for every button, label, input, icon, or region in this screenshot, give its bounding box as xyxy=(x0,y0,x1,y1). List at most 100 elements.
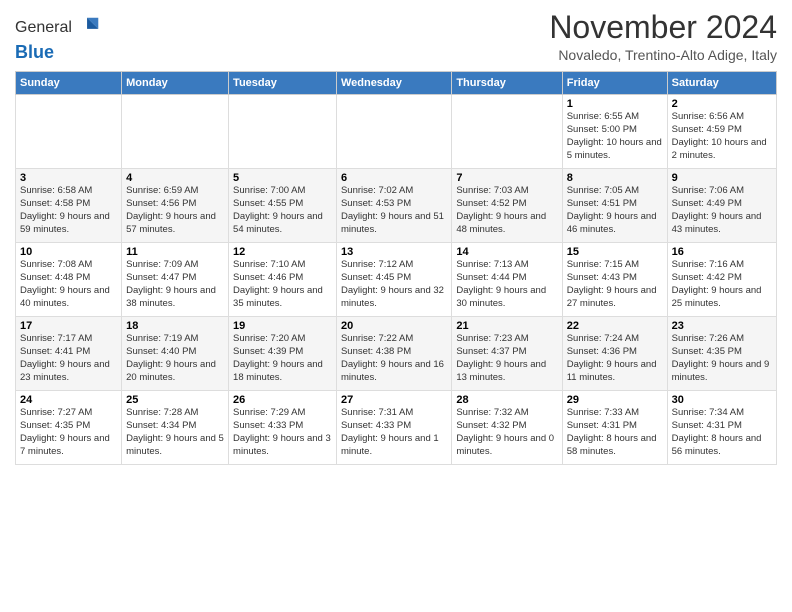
day-info: Sunrise: 7:05 AM Sunset: 4:51 PM Dayligh… xyxy=(567,185,663,236)
day-cell: 6Sunrise: 7:02 AM Sunset: 4:53 PM Daylig… xyxy=(336,169,451,243)
day-number: 18 xyxy=(126,320,224,332)
calendar-table: SundayMondayTuesdayWednesdayThursdayFrid… xyxy=(15,71,777,465)
day-info: Sunrise: 7:06 AM Sunset: 4:49 PM Dayligh… xyxy=(672,185,772,236)
day-info: Sunrise: 6:56 AM Sunset: 4:59 PM Dayligh… xyxy=(672,111,772,162)
day-number: 14 xyxy=(456,246,557,258)
day-cell: 2Sunrise: 6:56 AM Sunset: 4:59 PM Daylig… xyxy=(667,95,776,169)
day-cell xyxy=(336,95,451,169)
day-info: Sunrise: 7:23 AM Sunset: 4:37 PM Dayligh… xyxy=(456,333,557,384)
location-subtitle: Novaledo, Trentino-Alto Adige, Italy xyxy=(549,47,777,63)
day-number: 9 xyxy=(672,172,772,184)
day-cell: 25Sunrise: 7:28 AM Sunset: 4:34 PM Dayli… xyxy=(122,391,229,465)
day-cell: 1Sunrise: 6:55 AM Sunset: 5:00 PM Daylig… xyxy=(562,95,667,169)
day-cell: 19Sunrise: 7:20 AM Sunset: 4:39 PM Dayli… xyxy=(229,317,337,391)
week-row-3: 10Sunrise: 7:08 AM Sunset: 4:48 PM Dayli… xyxy=(16,243,777,317)
day-number: 12 xyxy=(233,246,332,258)
day-cell: 16Sunrise: 7:16 AM Sunset: 4:42 PM Dayli… xyxy=(667,243,776,317)
day-info: Sunrise: 7:15 AM Sunset: 4:43 PM Dayligh… xyxy=(567,259,663,310)
day-number: 13 xyxy=(341,246,447,258)
header-cell-thursday: Thursday xyxy=(452,72,562,95)
day-info: Sunrise: 7:00 AM Sunset: 4:55 PM Dayligh… xyxy=(233,185,332,236)
day-number: 6 xyxy=(341,172,447,184)
day-cell: 13Sunrise: 7:12 AM Sunset: 4:45 PM Dayli… xyxy=(336,243,451,317)
day-cell xyxy=(122,95,229,169)
week-row-4: 17Sunrise: 7:17 AM Sunset: 4:41 PM Dayli… xyxy=(16,317,777,391)
day-cell: 18Sunrise: 7:19 AM Sunset: 4:40 PM Dayli… xyxy=(122,317,229,391)
header: General Blue November 2024 Novaledo, Tre… xyxy=(15,10,777,63)
logo-general: General xyxy=(15,19,72,37)
day-cell: 28Sunrise: 7:32 AM Sunset: 4:32 PM Dayli… xyxy=(452,391,562,465)
header-cell-sunday: Sunday xyxy=(16,72,122,95)
day-info: Sunrise: 7:13 AM Sunset: 4:44 PM Dayligh… xyxy=(456,259,557,310)
day-info: Sunrise: 7:27 AM Sunset: 4:35 PM Dayligh… xyxy=(20,407,117,458)
day-number: 21 xyxy=(456,320,557,332)
day-number: 17 xyxy=(20,320,117,332)
day-cell: 4Sunrise: 6:59 AM Sunset: 4:56 PM Daylig… xyxy=(122,169,229,243)
day-cell: 21Sunrise: 7:23 AM Sunset: 4:37 PM Dayli… xyxy=(452,317,562,391)
day-info: Sunrise: 7:09 AM Sunset: 4:47 PM Dayligh… xyxy=(126,259,224,310)
header-cell-saturday: Saturday xyxy=(667,72,776,95)
week-row-5: 24Sunrise: 7:27 AM Sunset: 4:35 PM Dayli… xyxy=(16,391,777,465)
day-info: Sunrise: 7:24 AM Sunset: 4:36 PM Dayligh… xyxy=(567,333,663,384)
day-cell: 29Sunrise: 7:33 AM Sunset: 4:31 PM Dayli… xyxy=(562,391,667,465)
day-info: Sunrise: 7:33 AM Sunset: 4:31 PM Dayligh… xyxy=(567,407,663,458)
day-info: Sunrise: 7:12 AM Sunset: 4:45 PM Dayligh… xyxy=(341,259,447,310)
day-number: 23 xyxy=(672,320,772,332)
day-cell: 23Sunrise: 7:26 AM Sunset: 4:35 PM Dayli… xyxy=(667,317,776,391)
day-info: Sunrise: 7:22 AM Sunset: 4:38 PM Dayligh… xyxy=(341,333,447,384)
day-info: Sunrise: 7:29 AM Sunset: 4:33 PM Dayligh… xyxy=(233,407,332,458)
day-cell: 11Sunrise: 7:09 AM Sunset: 4:47 PM Dayli… xyxy=(122,243,229,317)
day-info: Sunrise: 7:16 AM Sunset: 4:42 PM Dayligh… xyxy=(672,259,772,310)
day-number: 30 xyxy=(672,394,772,406)
day-cell: 20Sunrise: 7:22 AM Sunset: 4:38 PM Dayli… xyxy=(336,317,451,391)
day-number: 16 xyxy=(672,246,772,258)
day-info: Sunrise: 7:03 AM Sunset: 4:52 PM Dayligh… xyxy=(456,185,557,236)
header-cell-tuesday: Tuesday xyxy=(229,72,337,95)
day-number: 15 xyxy=(567,246,663,258)
day-number: 27 xyxy=(341,394,447,406)
day-number: 3 xyxy=(20,172,117,184)
day-cell: 30Sunrise: 7:34 AM Sunset: 4:31 PM Dayli… xyxy=(667,391,776,465)
day-info: Sunrise: 7:26 AM Sunset: 4:35 PM Dayligh… xyxy=(672,333,772,384)
header-cell-friday: Friday xyxy=(562,72,667,95)
day-cell: 5Sunrise: 7:00 AM Sunset: 4:55 PM Daylig… xyxy=(229,169,337,243)
day-number: 7 xyxy=(456,172,557,184)
day-number: 20 xyxy=(341,320,447,332)
day-number: 25 xyxy=(126,394,224,406)
week-row-1: 1Sunrise: 6:55 AM Sunset: 5:00 PM Daylig… xyxy=(16,95,777,169)
day-cell: 14Sunrise: 7:13 AM Sunset: 4:44 PM Dayli… xyxy=(452,243,562,317)
day-cell: 7Sunrise: 7:03 AM Sunset: 4:52 PM Daylig… xyxy=(452,169,562,243)
day-number: 29 xyxy=(567,394,663,406)
day-info: Sunrise: 6:58 AM Sunset: 4:58 PM Dayligh… xyxy=(20,185,117,236)
header-cell-monday: Monday xyxy=(122,72,229,95)
day-cell xyxy=(229,95,337,169)
day-cell xyxy=(452,95,562,169)
day-info: Sunrise: 7:19 AM Sunset: 4:40 PM Dayligh… xyxy=(126,333,224,384)
day-number: 19 xyxy=(233,320,332,332)
day-cell: 17Sunrise: 7:17 AM Sunset: 4:41 PM Dayli… xyxy=(16,317,122,391)
logo: General Blue xyxy=(15,14,102,63)
day-number: 11 xyxy=(126,246,224,258)
day-info: Sunrise: 7:10 AM Sunset: 4:46 PM Dayligh… xyxy=(233,259,332,310)
day-number: 26 xyxy=(233,394,332,406)
day-cell: 15Sunrise: 7:15 AM Sunset: 4:43 PM Dayli… xyxy=(562,243,667,317)
day-number: 22 xyxy=(567,320,663,332)
day-cell: 22Sunrise: 7:24 AM Sunset: 4:36 PM Dayli… xyxy=(562,317,667,391)
day-info: Sunrise: 7:20 AM Sunset: 4:39 PM Dayligh… xyxy=(233,333,332,384)
day-info: Sunrise: 7:08 AM Sunset: 4:48 PM Dayligh… xyxy=(20,259,117,310)
day-info: Sunrise: 7:02 AM Sunset: 4:53 PM Dayligh… xyxy=(341,185,447,236)
page-container: General Blue November 2024 Novaledo, Tre… xyxy=(0,0,792,475)
day-cell xyxy=(16,95,122,169)
day-cell: 8Sunrise: 7:05 AM Sunset: 4:51 PM Daylig… xyxy=(562,169,667,243)
day-info: Sunrise: 7:32 AM Sunset: 4:32 PM Dayligh… xyxy=(456,407,557,458)
day-info: Sunrise: 7:28 AM Sunset: 4:34 PM Dayligh… xyxy=(126,407,224,458)
day-cell: 12Sunrise: 7:10 AM Sunset: 4:46 PM Dayli… xyxy=(229,243,337,317)
day-number: 24 xyxy=(20,394,117,406)
day-number: 8 xyxy=(567,172,663,184)
day-number: 5 xyxy=(233,172,332,184)
day-number: 4 xyxy=(126,172,224,184)
logo-blue: Blue xyxy=(15,42,102,63)
day-number: 10 xyxy=(20,246,117,258)
day-number: 2 xyxy=(672,98,772,110)
day-info: Sunrise: 7:17 AM Sunset: 4:41 PM Dayligh… xyxy=(20,333,117,384)
